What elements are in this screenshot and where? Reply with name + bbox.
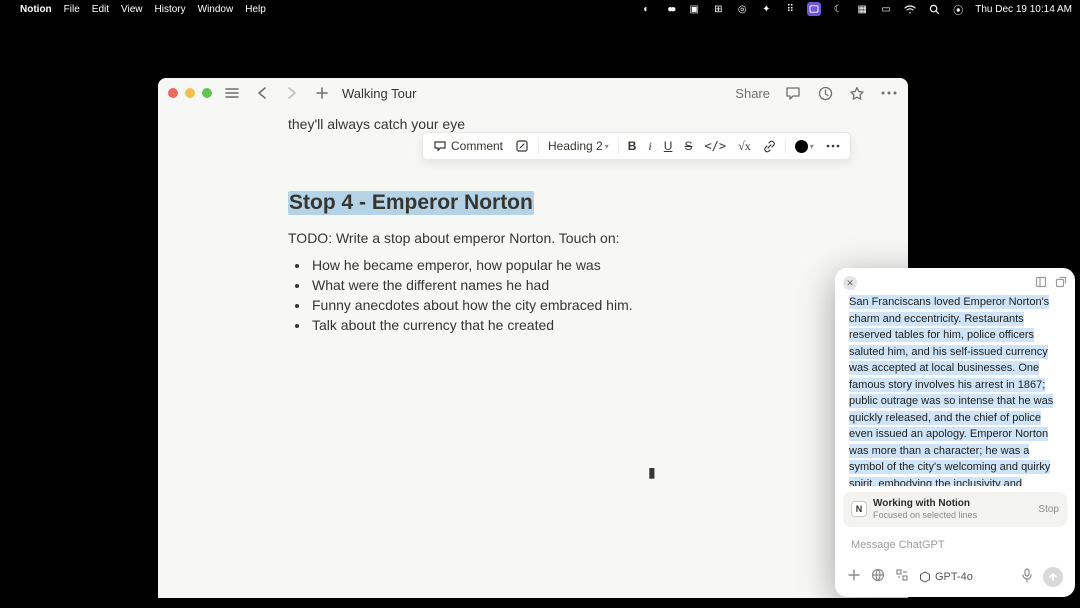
moon-icon[interactable]: ☾	[831, 2, 845, 16]
gpt-model-select[interactable]: GPT-4o	[919, 571, 973, 583]
status-icon-4[interactable]: ⊞	[711, 2, 725, 16]
gpt-status-subtitle: Focused on selected lines	[873, 510, 977, 521]
menubar-right: ◐ ●● ▣ ⊞ ◎ ✦ ⠿ ☾ ▦ ▭ ⦿ Thu Dec 19 10:14 …	[639, 2, 1072, 16]
paragraph-above[interactable]: they'll always catch your eye	[288, 114, 778, 135]
page-title[interactable]: Walking Tour	[342, 86, 416, 101]
status-icon-3[interactable]: ▣	[687, 2, 701, 16]
list-item[interactable]: What were the different names he had	[310, 277, 778, 293]
traffic-lights	[168, 88, 212, 98]
gpt-close-button[interactable]: ✕	[843, 276, 857, 290]
updates-icon[interactable]	[816, 86, 834, 101]
gpt-titlebar: ✕	[835, 268, 1075, 290]
new-tab-button[interactable]	[312, 83, 332, 103]
todo-paragraph[interactable]: TODO: Write a stop about emperor Norton.…	[288, 227, 778, 249]
gpt-model-label: GPT-4o	[935, 571, 973, 583]
window-titlebar: Walking Tour Share	[158, 78, 908, 108]
gpt-response-area[interactable]: San Franciscans loved Emperor Norton's c…	[835, 290, 1075, 486]
header-actions: Share	[735, 86, 898, 101]
forward-button[interactable]	[282, 83, 302, 103]
control-center-icon[interactable]: ⦿	[951, 2, 965, 16]
menubar-left: Notion File Edit View History Window Hel…	[8, 4, 266, 15]
status-icon-1[interactable]: ◐	[639, 2, 653, 16]
share-button[interactable]: Share	[735, 86, 770, 101]
gpt-panel-icon-1[interactable]	[1035, 276, 1047, 291]
gpt-attach-icon[interactable]	[847, 568, 861, 585]
gpt-status-title: Working with Notion	[873, 498, 977, 510]
gpt-input[interactable]: Message ChatGPT	[843, 533, 1067, 557]
window-close-button[interactable]	[168, 88, 178, 98]
more-icon[interactable]	[880, 91, 898, 95]
comments-icon[interactable]	[784, 86, 802, 101]
list-item[interactable]: Talk about the currency that he created	[310, 317, 778, 333]
macos-menubar: Notion File Edit View History Window Hel…	[0, 0, 1080, 18]
menu-help[interactable]: Help	[245, 4, 266, 15]
favorite-icon[interactable]	[848, 86, 866, 101]
menu-edit[interactable]: Edit	[92, 4, 109, 15]
text-cursor: ▮	[648, 464, 656, 481]
menubar-app-name[interactable]: Notion	[20, 4, 52, 15]
menubar-datetime[interactable]: Thu Dec 19 10:14 AM	[975, 4, 1072, 15]
window-maximize-button[interactable]	[202, 88, 212, 98]
gpt-response-text: San Franciscans loved Emperor Norton's c…	[849, 295, 1053, 486]
menu-file[interactable]: File	[64, 4, 80, 15]
gpt-send-button[interactable]	[1043, 567, 1063, 587]
menu-window[interactable]: Window	[198, 4, 234, 15]
status-icon-2[interactable]: ●●	[663, 2, 677, 16]
gpt-tools-icon[interactable]	[895, 568, 909, 585]
notion-window: Walking Tour Share Comment Heading 2 ▾ B…	[158, 78, 908, 598]
gpt-status-bar: N Working with Notion Focused on selecte…	[843, 492, 1067, 527]
back-button[interactable]	[252, 83, 272, 103]
gpt-popout-icon[interactable]	[1055, 276, 1067, 291]
status-icon-active[interactable]	[807, 2, 821, 16]
search-icon[interactable]	[927, 2, 941, 16]
heading-stop4[interactable]: Stop 4 - Emperor Norton	[288, 191, 534, 215]
notion-app-icon: N	[851, 501, 867, 517]
status-icon-8[interactable]: ▦	[855, 2, 869, 16]
menu-view[interactable]: View	[121, 4, 143, 15]
wifi-icon[interactable]	[903, 2, 917, 16]
list-item[interactable]: Funny anecdotes about how the city embra…	[310, 297, 778, 313]
sidebar-toggle-button[interactable]	[222, 83, 242, 103]
menu-history[interactable]: History	[155, 4, 186, 15]
status-icon-7[interactable]: ⠿	[783, 2, 797, 16]
editor-content[interactable]: they'll always catch your eye Stop 4 - E…	[158, 114, 908, 333]
gpt-stop-button[interactable]: Stop	[1038, 504, 1059, 515]
gpt-mic-icon[interactable]	[1021, 568, 1033, 586]
status-icon-6[interactable]: ✦	[759, 2, 773, 16]
chatgpt-panel: ✕ San Franciscans loved Emperor Norton's…	[835, 268, 1075, 597]
battery-icon[interactable]: ▭	[879, 2, 893, 16]
gpt-web-icon[interactable]	[871, 568, 885, 585]
window-minimize-button[interactable]	[185, 88, 195, 98]
gpt-bottom-bar: GPT-4o	[835, 563, 1075, 597]
list-item[interactable]: How he became emperor, how popular he wa…	[310, 257, 778, 273]
bullet-list[interactable]: How he became emperor, how popular he wa…	[288, 257, 778, 333]
status-icon-5[interactable]: ◎	[735, 2, 749, 16]
